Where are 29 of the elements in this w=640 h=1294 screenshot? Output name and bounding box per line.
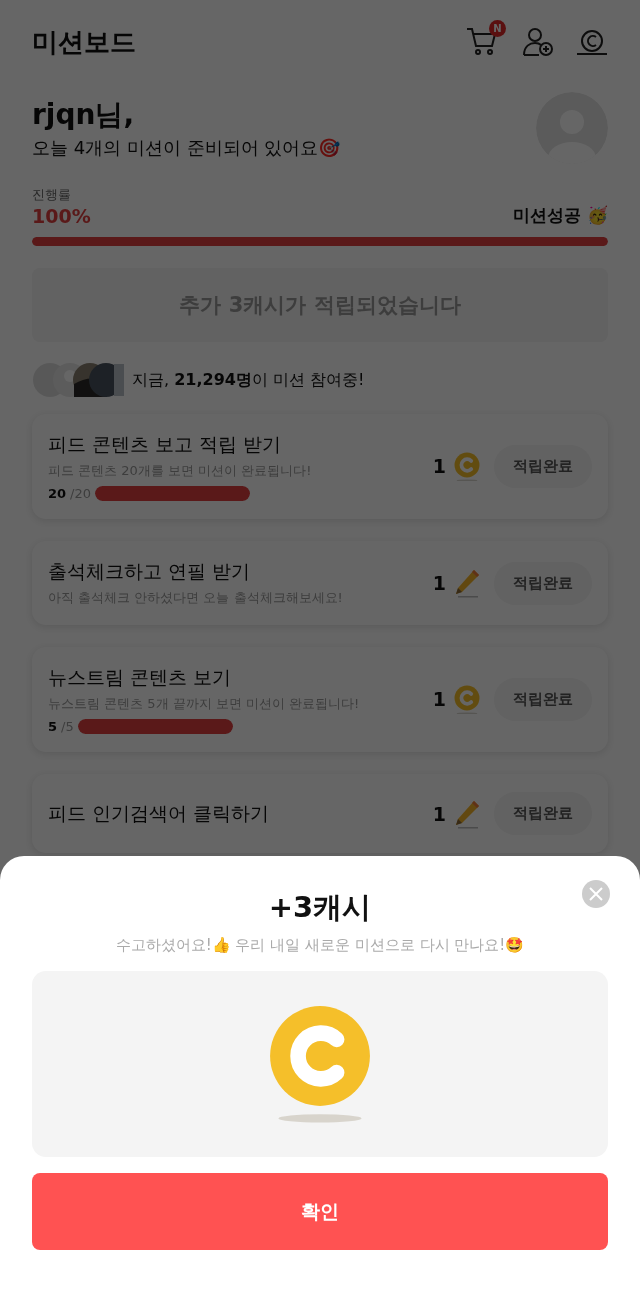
reward-amount: 1 xyxy=(432,802,446,825)
participants-text: 지금, 21,294명이 미션 참여중! xyxy=(132,369,365,391)
coin-icon xyxy=(454,451,480,482)
progress-count: 20 xyxy=(48,486,67,501)
mission-title: 피드 인기검색어 클릭하기 xyxy=(48,800,271,826)
mission-title: 출석체크하고 연필 받기 xyxy=(48,559,252,584)
coin-icon[interactable] xyxy=(576,29,608,55)
mission-count-text: 오늘 4개의 미션이 준비되어 있어요🎯 xyxy=(32,136,341,160)
progress-percent: 100% xyxy=(32,205,91,227)
coin-icon xyxy=(454,684,480,715)
close-icon xyxy=(589,887,603,901)
notification-badge: N xyxy=(489,20,506,37)
coin-icon xyxy=(268,1004,372,1124)
reward-amount: 1 xyxy=(432,688,446,711)
add-friend-icon[interactable] xyxy=(522,27,554,57)
reward-amount: 1 xyxy=(432,572,446,594)
progress-count: 5 xyxy=(48,719,58,734)
page-title: 미션보드 xyxy=(32,25,136,59)
confirm-button[interactable]: 확인 xyxy=(32,1173,608,1250)
mission-status: 미션성공 🥳 xyxy=(513,204,608,227)
reward-amount: 1 xyxy=(432,455,446,478)
pencil-icon xyxy=(454,798,480,829)
mission-title: 뉴스트림 콘텐츠 보기 xyxy=(48,665,233,690)
user-greeting: rjqn님, xyxy=(32,97,136,133)
progress-label: 진행률 xyxy=(32,186,72,204)
pencil-icon xyxy=(454,568,480,598)
mission-title: 피드 콘텐츠 보고 적립 받기 xyxy=(48,432,283,457)
sheet-message: 수고하셨어요!👍 우리 내일 새로운 미션으로 다시 만나요!🤩 xyxy=(115,936,525,955)
sheet-title: +3캐시 xyxy=(268,889,372,926)
